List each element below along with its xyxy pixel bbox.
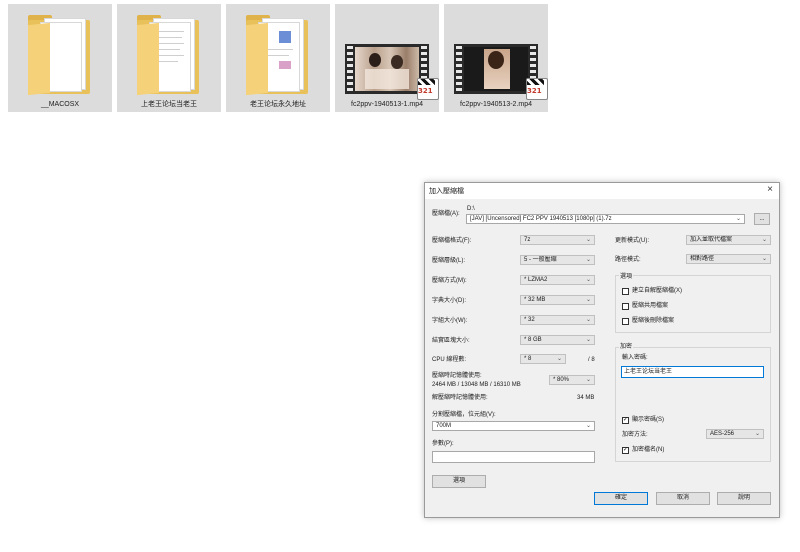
method-select[interactable]: * LZMA2 ⌄ [520, 275, 595, 285]
options-button[interactable]: 選項 [432, 475, 486, 488]
delete-label: 壓縮後刪除檔案 [632, 318, 675, 324]
mem-label: 壓縮時記憶體使用: [432, 373, 482, 379]
cpu-value: * 8 [524, 356, 532, 362]
chevron-down-icon: ⌄ [585, 423, 591, 429]
update-select[interactable]: 加入並取代檔案 ⌄ [686, 235, 771, 245]
mem-percent-value: * 80% [553, 377, 570, 383]
media-player-icon: 321 [417, 78, 439, 100]
dialog-title: 加入壓縮檔 [429, 188, 464, 195]
file-name: __MACOSX [40, 101, 80, 108]
options-group-title: 選項 [619, 273, 634, 281]
chevron-down-icon: ⌄ [585, 237, 591, 243]
cpu-total: / 8 [588, 357, 595, 363]
sfx-checkbox[interactable] [622, 288, 629, 295]
level-select[interactable]: 5 - 一般壓縮 ⌄ [520, 255, 595, 265]
encrypt-names-label: 加密檔名(N) [632, 447, 665, 453]
file-name: 老王论坛永久地址 [250, 101, 306, 108]
path-mode-value: 相對路徑 [690, 256, 715, 262]
chevron-down-icon: ⌄ [556, 356, 562, 362]
encrypt-names-checkbox[interactable]: ✓ [622, 447, 629, 454]
archive-path-combo[interactable]: [JAV] [Uncensored] FC2 PPV 1940513 [1080… [466, 214, 745, 224]
file-item-folder-2[interactable]: 上老王论坛当老王 [117, 4, 221, 112]
encrypt-method-value: AES-256 [710, 431, 735, 437]
decomp-value: 34 MB [577, 395, 595, 401]
chevron-down-icon: ⌄ [585, 277, 591, 283]
browse-button[interactable]: ... [754, 213, 770, 225]
update-label: 更新模式(U): [615, 238, 649, 244]
archive-dir: D:\ [467, 206, 475, 212]
encrypt-group-title: 加密 [619, 343, 634, 351]
format-label: 壓縮檔格式(F): [432, 238, 472, 244]
add-to-archive-dialog: 加入壓縮檔 × 壓縮檔(A): D:\ [JAV] [Uncensored] F… [424, 182, 780, 518]
word-value: * 32 [524, 317, 535, 323]
split-value: 700M [436, 423, 452, 429]
archive-path-value: [JAV] [Uncensored] FC2 PPV 1940513 [1080… [470, 216, 612, 222]
cpu-select[interactable]: * 8 ⌄ [520, 354, 566, 364]
chevron-down-icon: ⌄ [761, 256, 767, 262]
chevron-down-icon: ⌄ [585, 317, 591, 323]
show-password-checkbox[interactable]: ✓ [622, 417, 629, 424]
file-item-video-2[interactable]: 321 fc2ppv-1940513-2.mp4 [444, 4, 548, 112]
encrypt-method-label: 加密方法: [622, 432, 648, 438]
solid-label: 結實區塊大小: [432, 338, 470, 344]
path-mode-label: 路徑模式: [615, 257, 641, 263]
mem-percent-select[interactable]: * 80% ⌄ [549, 375, 595, 385]
dict-label: 字典大小(D): [432, 298, 466, 304]
file-name: fc2ppv-1940513-1.mp4 [351, 101, 423, 108]
folder-icon [246, 14, 310, 96]
chevron-down-icon: ⌄ [754, 431, 760, 437]
split-combo[interactable]: 700M ⌄ [432, 421, 595, 431]
format-select[interactable]: 7z ⌄ [520, 235, 595, 245]
chevron-down-icon: ⌄ [585, 377, 591, 383]
close-icon[interactable]: × [767, 184, 773, 195]
split-label: 分割壓縮檔，位元組(V): [432, 412, 496, 418]
chevron-down-icon: ⌄ [585, 337, 591, 343]
archive-label: 壓縮檔(A): [432, 211, 460, 217]
dict-select[interactable]: * 32 MB ⌄ [520, 295, 595, 305]
sfx-label: 建立自解壓縮檔(X) [632, 288, 682, 294]
cpu-label: CPU 線程數: [432, 357, 467, 363]
level-value: 5 - 一般壓縮 [524, 257, 557, 263]
ok-button[interactable]: 確定 [594, 492, 648, 505]
chevron-down-icon: ⌄ [761, 237, 767, 243]
params-input[interactable] [432, 451, 595, 463]
help-button[interactable]: 說明 [717, 492, 771, 505]
path-mode-select[interactable]: 相對路徑 ⌄ [686, 254, 771, 264]
file-item-folder-3[interactable]: 老王论坛永久地址 [226, 4, 330, 112]
media-player-icon: 321 [526, 78, 548, 100]
shared-checkbox[interactable] [622, 303, 629, 310]
method-value: * LZMA2 [524, 277, 548, 283]
update-value: 加入並取代檔案 [690, 237, 733, 243]
file-item-macosx[interactable]: __MACOSX [8, 4, 112, 112]
mem-values: 2464 MB / 13048 MB / 16310 MB [432, 382, 521, 388]
show-password-label: 顯示密碼(S) [632, 417, 664, 423]
dict-value: * 32 MB [524, 297, 546, 303]
format-value: 7z [524, 237, 531, 243]
chevron-down-icon: ⌄ [585, 297, 591, 303]
word-select[interactable]: * 32 ⌄ [520, 315, 595, 325]
params-label: 參數(P): [432, 441, 454, 447]
chevron-down-icon: ⌄ [735, 216, 741, 222]
encrypt-group [615, 347, 771, 462]
cancel-button[interactable]: 取消 [656, 492, 710, 505]
file-name: fc2ppv-1940513-2.mp4 [460, 101, 532, 108]
solid-value: * 8 GB [524, 337, 542, 343]
shared-label: 壓縮共用檔案 [632, 303, 669, 309]
password-label: 輸入密碼: [622, 355, 648, 361]
file-name: 上老王论坛当老王 [141, 101, 197, 108]
solid-select[interactable]: * 8 GB ⌄ [520, 335, 595, 345]
folder-icon [28, 14, 92, 96]
delete-checkbox[interactable] [622, 318, 629, 325]
password-input[interactable]: 上老王论坛当老王 [621, 366, 764, 378]
level-label: 壓縮層級(L): [432, 258, 466, 264]
chevron-down-icon: ⌄ [585, 257, 591, 263]
file-item-video-1[interactable]: 321 fc2ppv-1940513-1.mp4 [335, 4, 439, 112]
method-label: 壓縮方式(M): [432, 278, 467, 284]
dialog-titlebar: 加入壓縮檔 × [425, 183, 779, 199]
decomp-label: 解壓縮時記憶體使用: [432, 395, 488, 401]
word-label: 字組大小(W): [432, 318, 468, 324]
folder-icon [137, 14, 201, 96]
encrypt-method-select[interactable]: AES-256 ⌄ [706, 429, 764, 439]
